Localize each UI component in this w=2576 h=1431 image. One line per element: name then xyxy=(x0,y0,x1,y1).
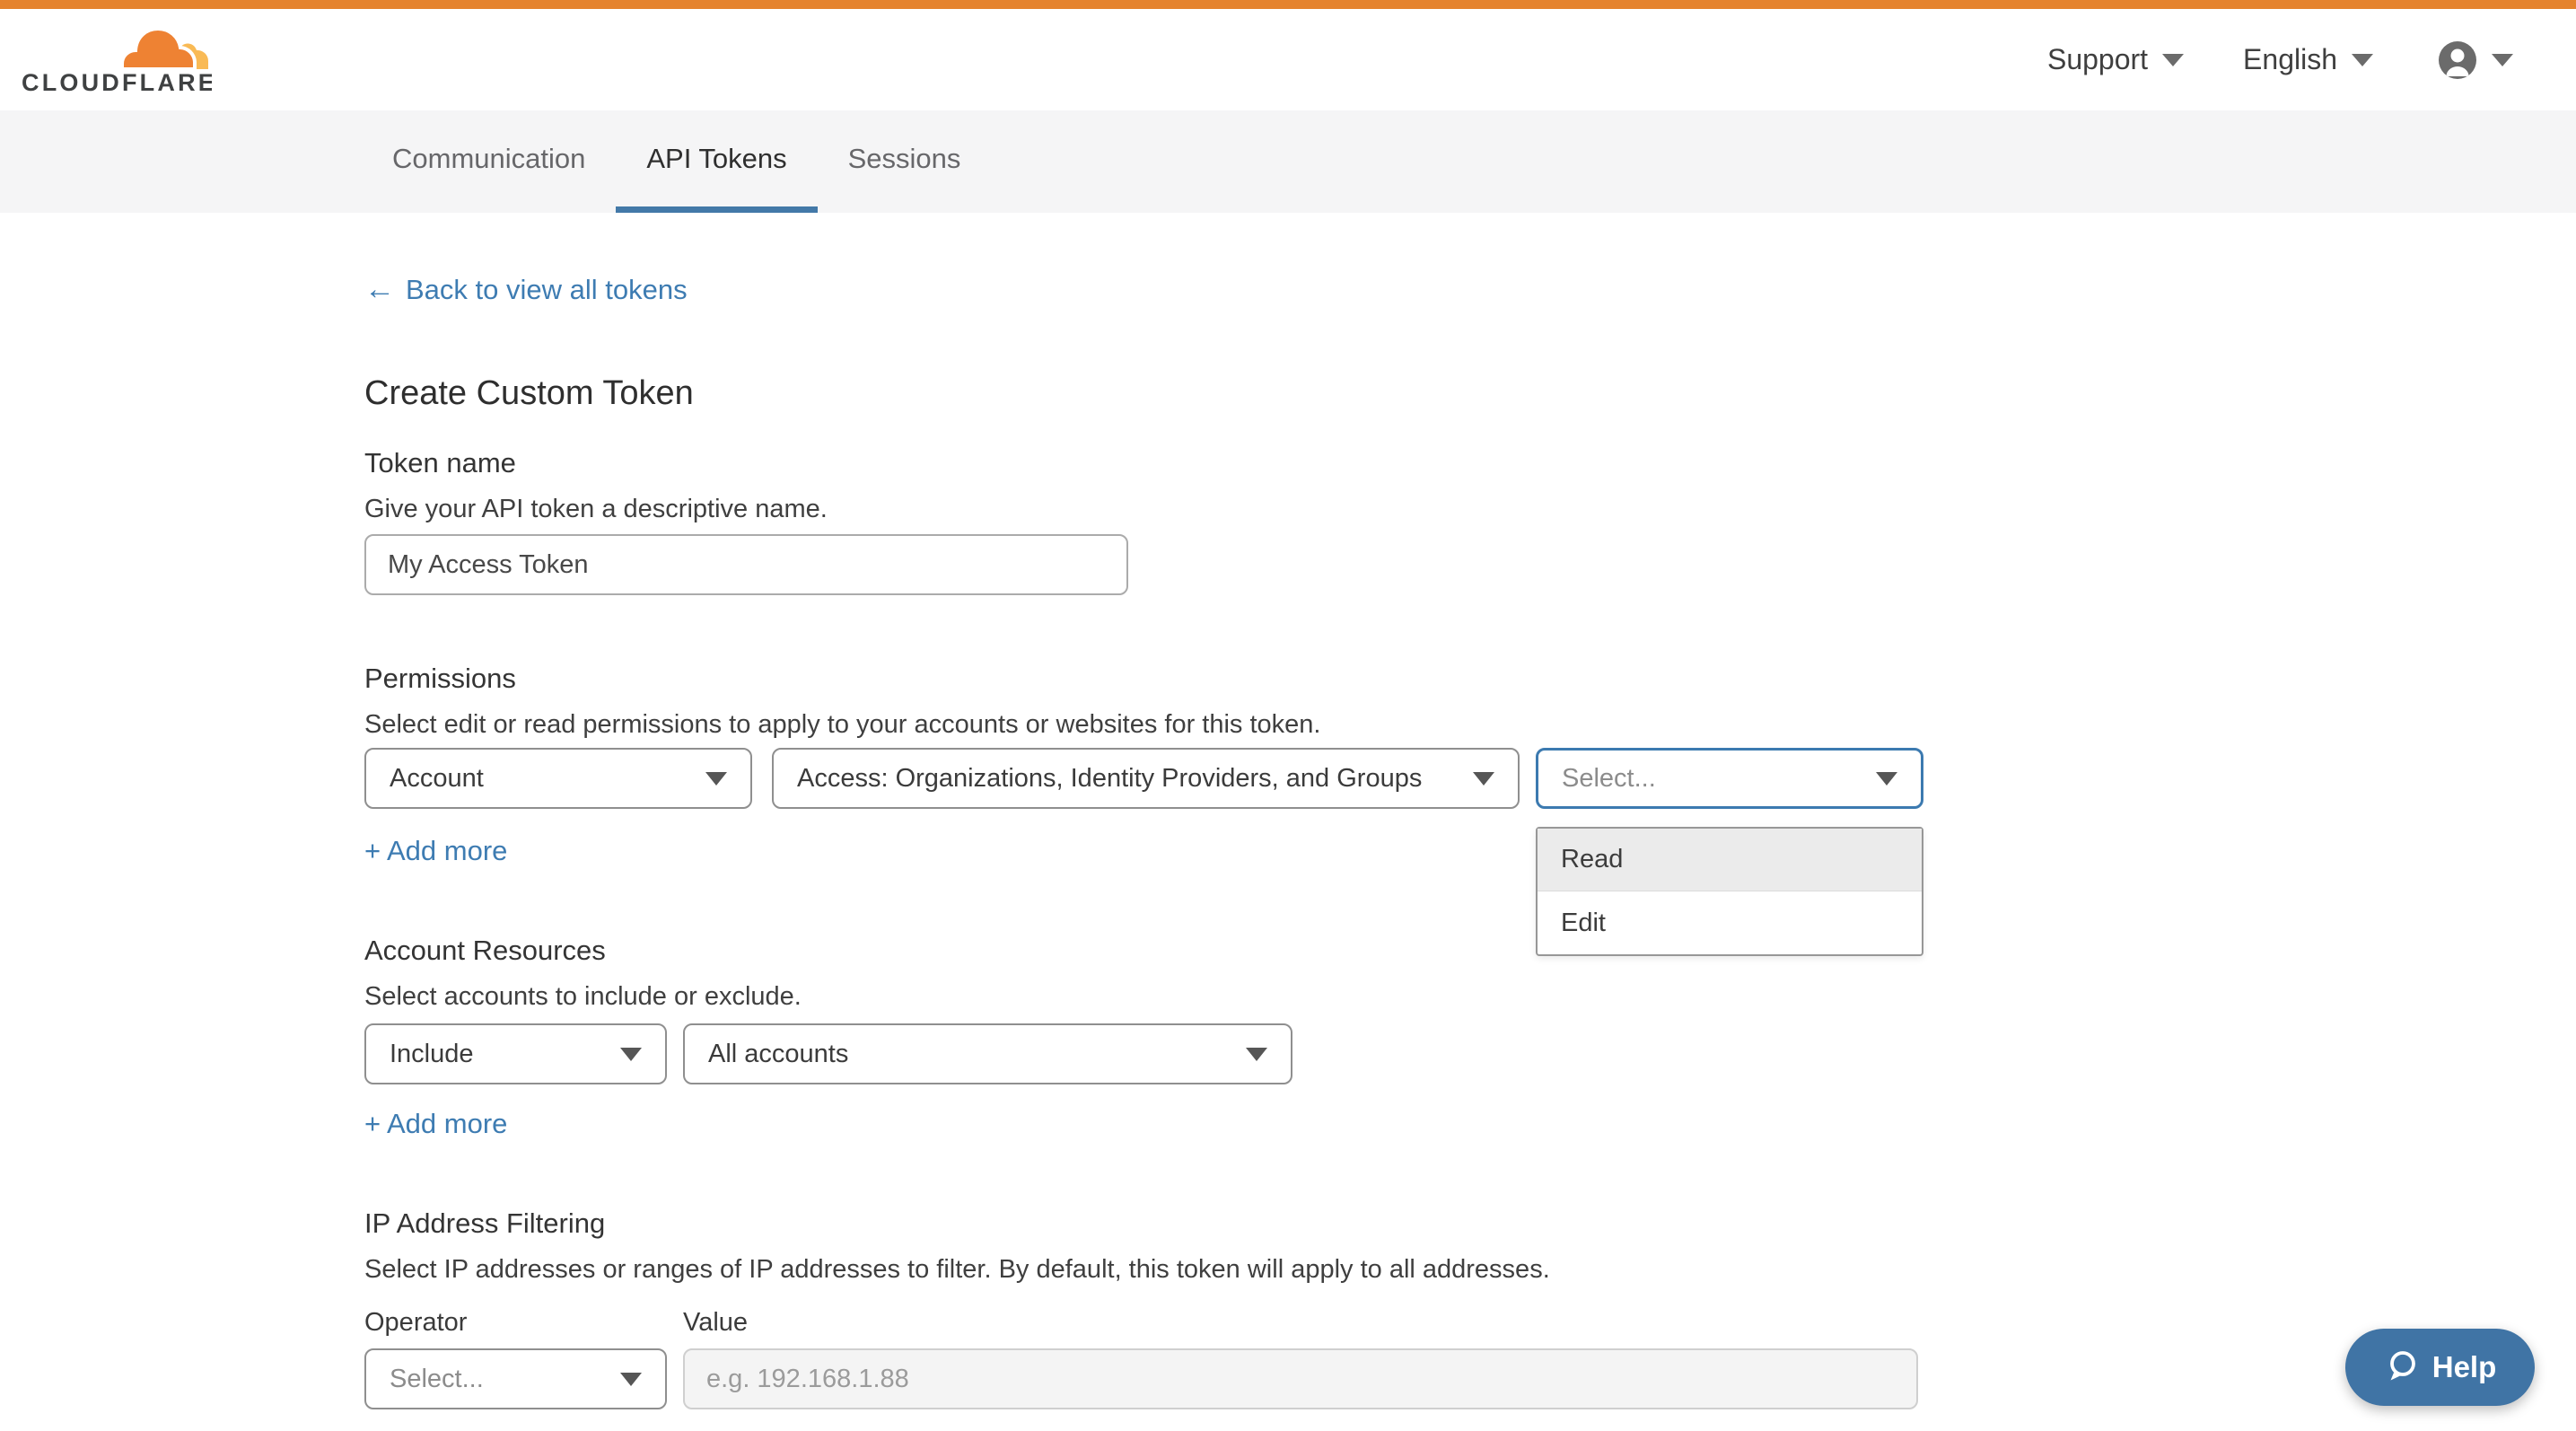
account-resources-scope-select[interactable]: All accounts xyxy=(683,1023,1292,1084)
brand-accent-bar xyxy=(0,0,2576,9)
chevron-down-icon xyxy=(2162,54,2184,66)
permission-scope-value: Account xyxy=(390,764,484,794)
chevron-down-icon xyxy=(620,1373,642,1386)
header-nav: Support English xyxy=(2047,40,2513,80)
chevron-down-icon xyxy=(705,772,727,786)
permission-level-menu: Read Edit xyxy=(1536,827,1923,956)
profile-tabs: Communication API Tokens Sessions xyxy=(0,110,2576,213)
language-menu-label: English xyxy=(2243,43,2337,76)
token-name-input[interactable] xyxy=(364,534,1128,595)
logo-wordmark: CLOUDFLARE xyxy=(22,69,212,96)
value-label: Value xyxy=(683,1308,748,1338)
chevron-down-icon xyxy=(2352,54,2373,66)
tab-api-tokens[interactable]: API Tokens xyxy=(616,110,817,213)
help-button[interactable]: Help xyxy=(2345,1329,2535,1406)
help-chat-icon xyxy=(2384,1349,2420,1385)
ip-value-input[interactable] xyxy=(683,1348,1918,1409)
chevron-down-icon xyxy=(1246,1048,1267,1061)
permission-scope-select[interactable]: Account xyxy=(364,748,752,809)
permission-level-placeholder: Select... xyxy=(1562,764,1656,794)
permission-level-select[interactable]: Select... xyxy=(1536,748,1923,809)
permissions-description: Select edit or read permissions to apply… xyxy=(364,710,1320,740)
token-name-description: Give your API token a descriptive name. xyxy=(364,495,828,524)
chevron-down-icon xyxy=(1876,772,1897,786)
permission-resource-select[interactable]: Access: Organizations, Identity Provider… xyxy=(772,748,1520,809)
account-resources-mode-select[interactable]: Include xyxy=(364,1023,667,1084)
ip-filtering-description: Select IP addresses or ranges of IP addr… xyxy=(364,1255,1550,1285)
account-resources-scope-value: All accounts xyxy=(708,1040,848,1069)
language-menu[interactable]: English xyxy=(2243,43,2373,76)
user-menu[interactable] xyxy=(2438,40,2513,80)
main-content: ← Back to view all tokens Create Custom … xyxy=(0,213,2576,1431)
back-to-tokens-link[interactable]: ← Back to view all tokens xyxy=(364,272,688,307)
chevron-down-icon xyxy=(620,1048,642,1061)
logo-cloud-main xyxy=(122,29,195,69)
back-link-label: Back to view all tokens xyxy=(406,274,688,306)
account-resources-heading: Account Resources xyxy=(364,935,606,967)
token-name-heading: Token name xyxy=(364,447,516,479)
ip-operator-placeholder: Select... xyxy=(390,1365,484,1394)
tab-communication[interactable]: Communication xyxy=(362,110,616,213)
account-resources-add-more-link[interactable]: + Add more xyxy=(364,1108,507,1140)
menu-item-read[interactable]: Read xyxy=(1538,829,1922,891)
user-avatar-icon xyxy=(2438,40,2477,80)
header: CLOUDFLARE Support English xyxy=(0,9,2576,110)
tab-sessions[interactable]: Sessions xyxy=(818,110,992,213)
chevron-down-icon xyxy=(2492,54,2513,66)
support-menu-label: Support xyxy=(2047,43,2148,76)
support-menu[interactable]: Support xyxy=(2047,43,2184,76)
account-resources-mode-value: Include xyxy=(390,1040,474,1069)
cloudflare-logo: CLOUDFLARE xyxy=(22,24,212,96)
back-arrow-icon: ← xyxy=(364,272,395,307)
permissions-add-more-link[interactable]: + Add more xyxy=(364,835,507,867)
menu-item-edit[interactable]: Edit xyxy=(1538,891,1922,954)
operator-label: Operator xyxy=(364,1308,467,1338)
permissions-heading: Permissions xyxy=(364,663,516,695)
ip-operator-select[interactable]: Select... xyxy=(364,1348,667,1409)
cloudflare-logo-image: CLOUDFLARE xyxy=(22,24,212,96)
permission-resource-value: Access: Organizations, Identity Provider… xyxy=(797,764,1422,794)
account-resources-description: Select accounts to include or exclude. xyxy=(364,982,802,1012)
page-title: Create Custom Token xyxy=(364,374,694,413)
help-button-label: Help xyxy=(2432,1350,2497,1384)
chevron-down-icon xyxy=(1473,772,1494,786)
ip-filtering-heading: IP Address Filtering xyxy=(364,1207,605,1240)
